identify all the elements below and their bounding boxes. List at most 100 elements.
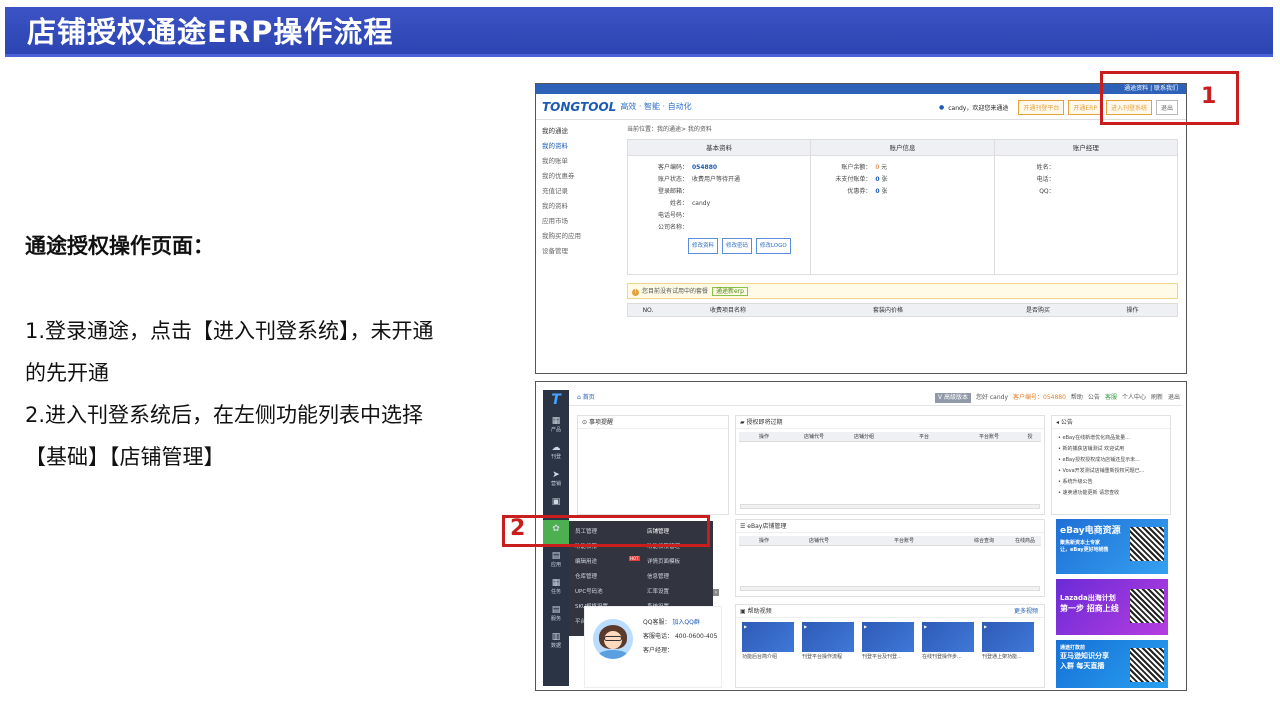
- col: 操作: [758, 538, 769, 544]
- h-scrollbar[interactable]: [740, 586, 1040, 591]
- video-thumb: ▶: [922, 622, 974, 652]
- coupons: 0: [875, 188, 880, 195]
- col-price: 套装内价格: [872, 307, 903, 314]
- change-logo-button[interactable]: 修改LOGO: [755, 238, 791, 254]
- change-password-button[interactable]: 修改密码: [721, 238, 752, 254]
- tongtool-logo[interactable]: TONGTOOL: [542, 100, 616, 114]
- ebay-ad-banner[interactable]: eBay电商资源 聚焦新资本土专家 让，eBay更好地销售: [1056, 519, 1168, 574]
- menu-info-mgmt[interactable]: 信息管理: [647, 572, 669, 580]
- menu-exchange-rate[interactable]: 汇率设置: [647, 587, 669, 595]
- announce-item[interactable]: • eBay授权授权成功店铺还显示未...: [1058, 455, 1164, 466]
- ebay-store-panel: ☰ eBay店铺管理 操作 店铺代号 平台账号 综合查询 在线商品: [735, 519, 1045, 597]
- field-label: 账户余额：: [841, 164, 872, 171]
- open-listing-platform-button[interactable]: 开通刊登平台: [1018, 100, 1065, 115]
- todo-panel: ⊙ 事项提醒: [577, 415, 729, 515]
- app-logo[interactable]: T: [543, 390, 569, 412]
- video-card[interactable]: ▶ 功能后台简介绍: [742, 622, 794, 662]
- subheading: 通途授权操作页面：: [25, 234, 214, 258]
- announce-item[interactable]: • Vova开发测试店铺重新授权问题已...: [1058, 466, 1164, 477]
- rail-tasks[interactable]: ▦ 任务: [543, 574, 569, 601]
- rail-apps[interactable]: ▤ 应用: [543, 547, 569, 574]
- menu-detail-template[interactable]: 详情页面模板: [647, 557, 680, 565]
- exit-link[interactable]: 退出: [1168, 390, 1180, 406]
- menu-upc[interactable]: UPC号码池: [575, 587, 603, 595]
- home-label: 首页: [582, 394, 595, 401]
- version-badge: V 高级版本: [934, 393, 971, 403]
- announce-panel: ◂ 公告 • eBay在线新增优化商品批量... • 新的捕获店铺测试 欢迎试用…: [1051, 415, 1171, 515]
- open-erp-button[interactable]: 开通ERP: [1068, 100, 1102, 115]
- top-links[interactable]: 通途资料 | 联系我们: [536, 84, 1186, 94]
- announce-text: Vova开发测试店铺重新授权问题已...: [1062, 468, 1145, 474]
- col-actions: 操作: [1126, 307, 1139, 314]
- sidebar-item-app-market[interactable]: 应用市场: [542, 214, 619, 229]
- announce-item[interactable]: • 系统升级公告: [1058, 477, 1164, 488]
- video-card[interactable]: ▶ 刊登平台及刊登...: [862, 622, 914, 662]
- notice-link[interactable]: 公告: [1088, 390, 1100, 406]
- support-avatar: [593, 619, 633, 659]
- field-label: 账户状态：: [657, 176, 688, 183]
- rail-label: 任务: [550, 589, 561, 595]
- pager[interactable]: 2 ›: [707, 589, 720, 596]
- step-line: 2.进入刊登系统后，在左侧功能列表中选择: [25, 403, 424, 427]
- qr-code: [1130, 648, 1164, 682]
- h-scrollbar[interactable]: [740, 504, 1040, 509]
- announce-item[interactable]: • 速卖通功能更新 请您查收: [1058, 488, 1164, 499]
- announce-item[interactable]: • 新的捕获店铺测试 欢迎试用: [1058, 444, 1164, 455]
- sidebar-item-recharge[interactable]: 充值记录: [542, 184, 619, 199]
- video-card[interactable]: ▶ 刊登通上架功能...: [982, 622, 1034, 662]
- video-caption: 刊登平台操作流程: [802, 654, 843, 660]
- col-basic: 基本资料: [628, 140, 811, 156]
- rail-service[interactable]: ▤ 服务: [543, 601, 569, 628]
- col-account: 账户信息: [811, 140, 994, 156]
- edit-profile-button[interactable]: 修改资料: [688, 238, 719, 254]
- qq-label: QQ客服：: [643, 619, 671, 626]
- user-icon: ●: [938, 104, 945, 111]
- lazada-ad-banner[interactable]: Lazada出海计划 第一步 招商上线: [1056, 579, 1168, 635]
- amazon-ad-banner[interactable]: 通途打款前 亚马逊知识分享 入群 每天直播: [1056, 640, 1168, 688]
- slide-title-bar: 店铺授权通途ERP操作流程: [5, 7, 1273, 57]
- rail-product[interactable]: ▦ 产品: [543, 412, 569, 439]
- sidebar-item-bills[interactable]: 我的账单: [542, 154, 619, 169]
- announce-title: 公告: [1060, 419, 1073, 426]
- field-label: 公司名称：: [657, 224, 688, 231]
- announce-text: 系统升级公告: [1062, 479, 1093, 485]
- more-videos-link[interactable]: 更多视频: [1014, 605, 1038, 618]
- qq-group-link[interactable]: 加入QQ群: [672, 619, 699, 626]
- sidebar-item-my-apps[interactable]: 我购买的应用: [542, 229, 619, 244]
- user-center-link[interactable]: 个人中心: [1122, 390, 1146, 406]
- video-card[interactable]: ▶ 在线刊登操作步...: [922, 622, 974, 662]
- col: 平台: [918, 434, 929, 440]
- rail-marketing[interactable]: ➤ 营销: [543, 466, 569, 493]
- refresh-link[interactable]: 刷新: [1151, 390, 1163, 406]
- sidebar-item-profile[interactable]: 我的资料: [542, 139, 619, 154]
- balance: 0: [875, 164, 880, 171]
- home-link[interactable]: ⌂ 首页: [577, 390, 595, 406]
- sidebar-item-coupons[interactable]: 我的优惠券: [542, 169, 619, 184]
- col-no: NO.: [642, 307, 654, 314]
- store-icon: ▤: [551, 551, 561, 561]
- service-link[interactable]: 客服: [1105, 390, 1117, 406]
- sidebar-item-profile-2[interactable]: 我的资料: [542, 199, 619, 214]
- hot-label: HOT: [629, 556, 640, 561]
- new-erp-button[interactable]: 通途新erp: [712, 287, 748, 296]
- rail-label: 刊登: [550, 454, 561, 460]
- video-card[interactable]: ▶ 刊登平台操作流程: [802, 622, 854, 662]
- announce-item[interactable]: • eBay在线新增优化商品批量...: [1058, 433, 1164, 444]
- rail-listing[interactable]: ☁ 刊登: [543, 439, 569, 466]
- step-line: 的先开通: [25, 361, 109, 385]
- image-icon: ▣: [551, 497, 561, 507]
- menu-editing[interactable]: 编辑用途: [575, 557, 597, 565]
- rail-data[interactable]: ▥ 数据: [543, 628, 569, 655]
- next-page-icon[interactable]: ›: [712, 589, 720, 596]
- sidebar-title[interactable]: 我的通途: [542, 124, 619, 139]
- rail-label: 数据: [550, 643, 561, 649]
- shop-icon: ▤: [551, 605, 561, 615]
- video-title: 帮助视频: [747, 608, 772, 615]
- help-link[interactable]: 帮助: [1071, 390, 1083, 406]
- sidebar-item-devices[interactable]: 设备管理: [542, 244, 619, 259]
- rail-label: 营销: [550, 481, 561, 487]
- marker-1: 1: [1201, 84, 1217, 109]
- col: 平台账号: [978, 434, 999, 440]
- hot-badge: HOT: [627, 556, 640, 562]
- menu-warehouse[interactable]: 仓库管理: [575, 572, 597, 580]
